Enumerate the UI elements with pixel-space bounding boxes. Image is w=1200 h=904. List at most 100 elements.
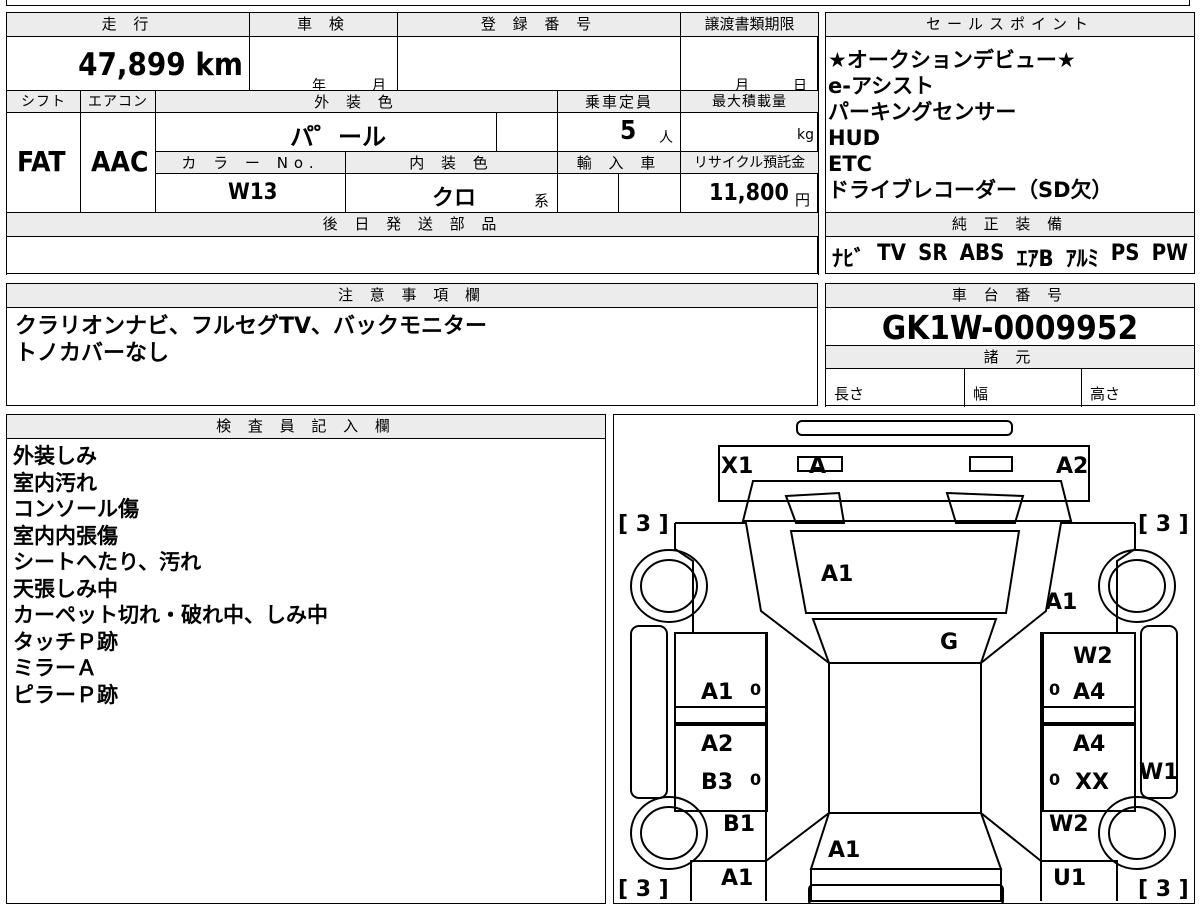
mark-rear-left-door-a2: A2: [701, 732, 733, 757]
ac-label: エアコン: [80, 90, 156, 113]
sales-point-item: ドライブレコーダー（SD欠）: [828, 178, 1113, 202]
mark-left-rear-a1: A1: [721, 866, 753, 891]
right-headlight-shape: [969, 456, 1013, 472]
mark-left-quarter-b1: B1: [723, 812, 755, 837]
registration-label: 登 録 番 号: [397, 12, 681, 37]
mark-rear-right-door-zero: 0: [1049, 770, 1060, 789]
inspector-line: カーペット切れ・破れ中、しみ中: [13, 603, 328, 627]
mileage-value: 47,899 km: [78, 47, 243, 83]
exterior-color-label: 外 装 色: [155, 90, 558, 113]
sales-points-title: セールスポイント: [825, 12, 1195, 37]
mark-hood: A1: [821, 562, 853, 587]
equipment-list: ﾅﾋﾞ TV SR ABS ｴｱB ｱﾙﾐ PS PW: [832, 241, 1188, 273]
body-side-shape: [674, 523, 1136, 901]
notes-list: クラリオンナビ、フルセグTV、バックモニター トノカバーなし: [15, 314, 487, 367]
mark-right-quarter-w2: W2: [1049, 812, 1089, 837]
car-diagram: [ 3 ] [ 3 ] [ 3 ] [ 3 ] X1 A A2 A1 A1 G …: [618, 420, 1189, 903]
windshield-shape: [811, 618, 998, 664]
ac-cell: AAC: [80, 112, 156, 213]
sales-points-panel: セールスポイント ★オークションデビュー★ e-アシスト パーキングセンサー H…: [825, 12, 1195, 274]
inspector-panel: 検 査 員 記 入 欄 外装しみ 室内汚れ コンソール傷 室内内張傷 シートへた…: [6, 414, 606, 904]
tire-label-front-right: [ 3 ]: [1138, 512, 1189, 537]
interior-color-value: クロ: [432, 186, 477, 211]
capacity-cell: 5 人: [557, 112, 681, 152]
recycle-cell: 11,800 円: [680, 173, 819, 213]
equipment-item: ﾅﾋﾞ: [832, 247, 866, 272]
mileage-label: 走 行: [6, 12, 250, 37]
mark-rear-right-door-a4: A4: [1073, 732, 1105, 757]
recycle-label: リサイクル預託金: [680, 151, 819, 174]
sales-points-list: ★オークションデビュー★ e-アシスト パーキングセンサー HUD ETC ドラ…: [828, 47, 1113, 203]
front-left-door-shape: [674, 632, 768, 724]
tire-label-front-left: [ 3 ]: [618, 512, 669, 537]
height-cell: 高さ: [1081, 368, 1195, 407]
equipment-item: PW: [1151, 241, 1188, 266]
interior-color-label: 内 装 色: [345, 151, 558, 174]
mark-right-fender: A1: [1045, 590, 1077, 615]
height-label: 高さ: [1090, 385, 1121, 403]
mark-front-left-door: A1: [701, 680, 733, 705]
exterior-color-cell: パ゜ール: [155, 112, 497, 152]
inspector-line: ピラーＰ跡: [13, 682, 118, 707]
sales-point-item: HUD: [828, 126, 881, 150]
right-grille-slat: [945, 491, 1025, 524]
notes-line: クラリオンナビ、フルセグTV、バックモニター: [15, 314, 488, 339]
vehicle-info-table: 走 行 車 検 登 録 番 号 譲渡書類期限 47,899 km 年 月 月 日…: [6, 12, 819, 275]
inspector-title: 検 査 員 記 入 欄: [6, 414, 606, 439]
specs-title: 諸 元: [825, 345, 1195, 369]
notes-title: 注 意 事 項 欄: [6, 283, 818, 308]
equipment-item: SR: [918, 241, 948, 266]
inspection-label: 車 検: [249, 12, 398, 37]
equipment-item: TV: [877, 241, 906, 266]
max-load-label: 最大積載量: [680, 90, 819, 113]
color-no-cell: W13: [155, 173, 346, 213]
mark-a-front: A: [809, 454, 826, 479]
inspector-list: 外装しみ 室内汚れ コンソール傷 室内内張傷 シートへたり、汚れ 天張しみ中 カ…: [13, 443, 328, 708]
sales-point-item: ★オークションデビュー★: [828, 48, 1076, 72]
max-load-unit: kg: [797, 127, 814, 143]
shift-cell: FAT: [6, 112, 81, 213]
exterior-color-value: パ゜ール: [290, 123, 386, 151]
sales-point-item: ETC: [828, 152, 873, 176]
chassis-title: 車 台 番 号: [825, 283, 1195, 308]
recycle-fee: 11,800: [709, 180, 789, 206]
left-sill-shape: [630, 625, 668, 799]
mark-front-left-door-zero: 0: [750, 680, 761, 699]
mark-a2-front: A2: [1056, 454, 1088, 479]
length-cell: 長さ: [825, 368, 965, 407]
sales-point-item: e-アシスト: [828, 74, 935, 98]
interior-color-suffix: 系: [534, 192, 550, 210]
mark-rear-right-door-xx: XX: [1075, 770, 1109, 795]
mark-front-right-door: A4: [1073, 680, 1105, 705]
equipment-title: 純 正 装 備: [825, 212, 1195, 237]
shift-value: FAT: [17, 145, 66, 178]
front-bumper-shape: [796, 420, 1013, 436]
front-panel-shape: [718, 445, 1090, 502]
tire-label-rear-right: [ 3 ]: [1138, 877, 1189, 902]
chassis-panel: 車 台 番 号 GK1W-0009952 諸 元 長さ 幅 高さ: [825, 283, 1195, 407]
sales-point-item: パーキングセンサー: [828, 100, 1017, 124]
mark-front-right-door-top: W2: [1073, 644, 1113, 669]
inspector-line: 室内内張傷: [13, 523, 118, 548]
transfer-label: 譲渡書類期限: [680, 12, 819, 37]
chassis-number: GK1W-0009952: [881, 308, 1139, 347]
mark-x1: X1: [721, 454, 753, 479]
import-cell-2: [618, 173, 681, 213]
inspector-line: ミラーＡ: [13, 656, 97, 680]
inspector-line: タッチＰ跡: [13, 629, 118, 654]
shift-label: シフト: [6, 90, 81, 113]
notes-line: トノカバーなし: [15, 340, 170, 366]
inspector-line: シートへたり、汚れ: [13, 550, 202, 574]
capacity-unit: 人: [659, 130, 673, 146]
top-strip: [6, 0, 1190, 6]
interior-color-cell: クロ 系: [345, 173, 558, 213]
equipment-item: PS: [1110, 241, 1140, 266]
length-label: 長さ: [834, 385, 865, 403]
import-cell-1: [557, 173, 619, 213]
mark-front-right-door-zero: 0: [1049, 680, 1060, 699]
mark-rear-a1: A1: [828, 838, 860, 863]
notes-panel: 注 意 事 項 欄 クラリオンナビ、フルセグTV、バックモニター トノカバーなし: [6, 283, 818, 406]
color-no-label: カ ラ ー No.: [155, 151, 346, 174]
width-cell: 幅: [964, 368, 1082, 407]
max-load-cell: kg: [680, 112, 819, 152]
